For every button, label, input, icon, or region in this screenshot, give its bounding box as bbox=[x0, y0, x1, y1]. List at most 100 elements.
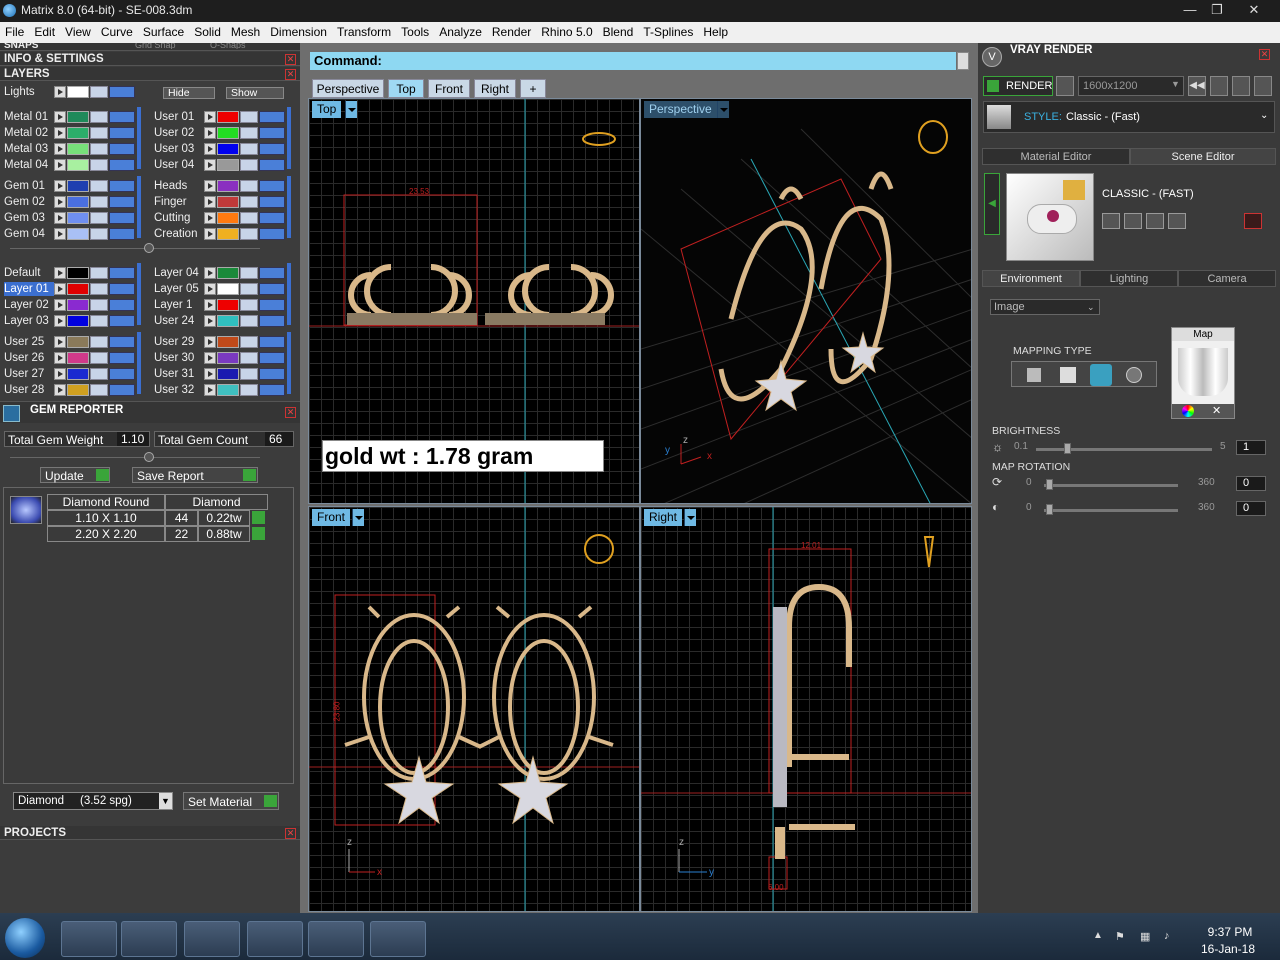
box-map-icon[interactable] bbox=[1060, 367, 1076, 383]
layer-color-swatch[interactable] bbox=[217, 267, 239, 279]
visibility-icon[interactable] bbox=[109, 299, 135, 311]
layer-row[interactable]: User 30 bbox=[150, 351, 294, 365]
viewport-label-top[interactable]: Top bbox=[312, 101, 342, 118]
save-as-icon[interactable] bbox=[1124, 213, 1142, 229]
layer-color-swatch[interactable] bbox=[217, 283, 239, 295]
layer-name[interactable]: Layer 05 bbox=[154, 282, 204, 296]
layer-color-swatch[interactable] bbox=[67, 267, 89, 279]
visibility-icon[interactable] bbox=[109, 384, 135, 396]
layer-name[interactable]: User 31 bbox=[154, 367, 204, 381]
layer-row[interactable]: User 32 bbox=[150, 383, 294, 397]
layer-color-swatch[interactable] bbox=[217, 299, 239, 311]
visibility-icon[interactable] bbox=[259, 352, 285, 364]
layer-name[interactable]: Gem 04 bbox=[4, 227, 54, 241]
visibility-icon[interactable] bbox=[259, 180, 285, 192]
lock-icon[interactable] bbox=[240, 283, 258, 295]
layer-name[interactable]: User 26 bbox=[4, 351, 54, 365]
lock-icon[interactable] bbox=[240, 143, 258, 155]
viewport-label-front[interactable]: Front bbox=[312, 509, 351, 526]
maximize-button[interactable]: ❐ bbox=[1202, 0, 1232, 20]
layers-close-icon[interactable]: ✕ bbox=[285, 69, 296, 80]
vray-close-icon[interactable]: ✕ bbox=[1259, 49, 1270, 60]
layer-color-swatch[interactable] bbox=[67, 299, 89, 311]
style-select[interactable]: STYLE: Classic - (Fast) ⌄ bbox=[983, 101, 1275, 133]
lock-icon[interactable] bbox=[90, 228, 108, 240]
layer-name[interactable]: Heads bbox=[154, 179, 204, 193]
menu-mesh[interactable]: Mesh bbox=[226, 22, 265, 39]
expand-arrow-icon[interactable] bbox=[54, 196, 66, 208]
export-icon[interactable] bbox=[1168, 213, 1186, 229]
select-gem-icon[interactable] bbox=[252, 511, 265, 524]
gem-row-size[interactable]: 2.20 X 2.20 bbox=[47, 526, 165, 542]
visibility-icon[interactable] bbox=[109, 368, 135, 380]
layer-color-swatch[interactable] bbox=[67, 228, 89, 240]
layer-row[interactable]: Metal 04 bbox=[0, 158, 144, 172]
menu-surface[interactable]: Surface bbox=[138, 22, 189, 39]
command-bar[interactable]: Command: bbox=[310, 52, 956, 70]
gem-row-weight[interactable]: 0.22tw bbox=[198, 510, 250, 526]
expand-arrow-icon[interactable] bbox=[204, 127, 216, 139]
layer-row[interactable]: Heads bbox=[150, 179, 294, 193]
visibility-icon[interactable] bbox=[259, 283, 285, 295]
visibility-icon[interactable] bbox=[109, 143, 135, 155]
layer-color-swatch[interactable] bbox=[67, 336, 89, 348]
lock-icon[interactable] bbox=[240, 352, 258, 364]
environment-map-icon[interactable] bbox=[1126, 367, 1142, 383]
lock-icon[interactable] bbox=[90, 86, 108, 98]
lock-icon[interactable] bbox=[240, 228, 258, 240]
layer-row[interactable]: User 02 bbox=[150, 126, 294, 140]
layer-color-swatch[interactable] bbox=[217, 384, 239, 396]
lock-icon[interactable] bbox=[90, 299, 108, 311]
layer-name[interactable]: User 01 bbox=[154, 110, 204, 124]
visibility-icon[interactable] bbox=[109, 315, 135, 327]
layer-name[interactable]: User 27 bbox=[4, 367, 54, 381]
visibility-icon[interactable] bbox=[259, 111, 285, 123]
layer-name[interactable]: Finger bbox=[154, 195, 204, 209]
layer-name[interactable]: User 28 bbox=[4, 383, 54, 397]
expand-arrow-icon[interactable] bbox=[54, 299, 66, 311]
rotation-horizontal-value[interactable]: 0 bbox=[1236, 476, 1266, 491]
expand-arrow-icon[interactable] bbox=[54, 267, 66, 279]
menu-tools[interactable]: Tools bbox=[396, 22, 434, 39]
menu-render[interactable]: Render bbox=[487, 22, 536, 39]
tab-material-editor[interactable]: Material Editor bbox=[982, 148, 1130, 165]
projects-close-icon[interactable]: ✕ bbox=[285, 828, 296, 839]
save-icon[interactable] bbox=[1102, 213, 1120, 229]
collapse-handle-icon[interactable] bbox=[144, 452, 154, 462]
visibility-icon[interactable] bbox=[109, 283, 135, 295]
hide-button[interactable]: Hide bbox=[163, 87, 215, 99]
visibility-icon[interactable] bbox=[259, 143, 285, 155]
lock-icon[interactable] bbox=[240, 127, 258, 139]
viewport-menu-icon[interactable] bbox=[717, 101, 729, 118]
layer-color-swatch[interactable] bbox=[217, 180, 239, 192]
lock-icon[interactable] bbox=[90, 336, 108, 348]
layer-name[interactable]: User 24 bbox=[154, 314, 204, 328]
rotation-vertical-knob[interactable] bbox=[1046, 504, 1053, 515]
visibility-icon[interactable] bbox=[109, 127, 135, 139]
layer-row[interactable]: User 24 bbox=[150, 314, 294, 328]
visibility-icon[interactable] bbox=[259, 127, 285, 139]
layer-row[interactable]: User 01 bbox=[150, 110, 294, 124]
menu-dimension[interactable]: Dimension bbox=[265, 22, 332, 39]
layer-row[interactable]: Finger bbox=[150, 195, 294, 209]
visibility-icon[interactable] bbox=[109, 352, 135, 364]
layer-color-swatch[interactable] bbox=[217, 143, 239, 155]
expand-arrow-icon[interactable] bbox=[54, 180, 66, 192]
layer-name[interactable]: User 02 bbox=[154, 126, 204, 140]
layer-color-swatch[interactable] bbox=[217, 111, 239, 123]
tab-scene-editor[interactable]: Scene Editor bbox=[1130, 148, 1276, 165]
info-close-icon[interactable]: ✕ bbox=[285, 54, 296, 65]
layer-row[interactable]: Gem 01 bbox=[0, 179, 144, 193]
layer-name[interactable]: User 30 bbox=[154, 351, 204, 365]
tab-camera[interactable]: Camera bbox=[1178, 270, 1276, 287]
minimize-button[interactable]: — bbox=[1175, 0, 1205, 20]
expand-arrow-icon[interactable] bbox=[54, 111, 66, 123]
layer-name[interactable]: Gem 03 bbox=[4, 211, 54, 225]
clock-date[interactable]: 16-Jan-18 bbox=[1198, 942, 1258, 956]
lock-icon[interactable] bbox=[90, 212, 108, 224]
viewport-top[interactable]: Top 23.53 gold wt : 1.78 gram bbox=[308, 98, 640, 504]
rewind-icon[interactable]: ◀◀ bbox=[1188, 76, 1206, 96]
expand-arrow-icon[interactable] bbox=[204, 283, 216, 295]
gem-row-count[interactable]: 22 bbox=[165, 526, 198, 542]
expand-arrow-icon[interactable] bbox=[204, 180, 216, 192]
